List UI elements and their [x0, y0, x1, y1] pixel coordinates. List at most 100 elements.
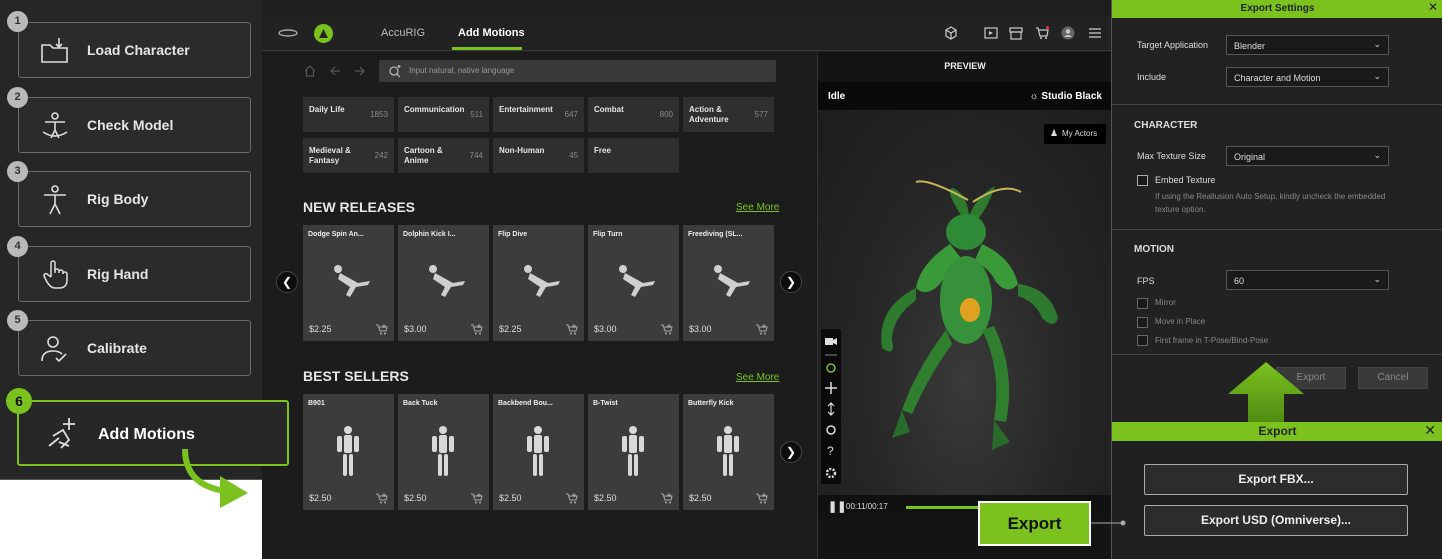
tab-add-motions[interactable]: Add Motions	[458, 27, 525, 39]
add-to-cart-icon[interactable]	[661, 493, 673, 504]
embed-texture-checkbox[interactable]	[1137, 175, 1148, 186]
motion-card[interactable]: Flip Dive $2.25	[493, 225, 584, 341]
cart-icon[interactable]	[1035, 26, 1049, 40]
close-icon[interactable]: ✕	[1428, 0, 1438, 14]
add-to-cart-icon[interactable]	[376, 493, 388, 504]
new-releases-next-button[interactable]: ❯	[780, 271, 802, 293]
insect-character-model	[881, 180, 1058, 450]
move-in-place-checkbox[interactable]	[1137, 317, 1148, 328]
step-rig-hand[interactable]: Rig Hand	[18, 246, 251, 302]
export-fbx-button[interactable]: Export FBX...	[1144, 464, 1408, 495]
avatar-icon[interactable]	[1061, 26, 1075, 40]
add-to-cart-icon[interactable]	[471, 493, 483, 504]
play-window-icon[interactable]	[984, 26, 998, 40]
export-callout-button[interactable]: Export	[978, 501, 1091, 546]
archive-icon[interactable]	[1009, 26, 1023, 40]
motion-title: Flip Dive	[498, 231, 528, 238]
user-check-icon	[41, 336, 67, 363]
category-free[interactable]: Free	[588, 138, 679, 173]
step-check-model[interactable]: Check Model	[18, 97, 251, 153]
my-actors-button[interactable]: ♟ My Actors	[1044, 124, 1106, 144]
category-non-human[interactable]: Non-Human 45	[493, 138, 584, 173]
include-dropdown[interactable]: Character and Motion ⌄	[1226, 67, 1389, 87]
chevron-down-icon: ⌄	[1373, 39, 1381, 49]
cube-icon[interactable]	[944, 26, 958, 40]
motion-thumbnail	[524, 265, 560, 297]
category-cartoon-anime[interactable]: Cartoon & Anime 744	[398, 138, 489, 173]
step-number-badge: 3	[7, 161, 28, 182]
curved-arrow-icon	[182, 448, 248, 508]
new-releases-see-more-link[interactable]: See More	[736, 202, 779, 213]
add-to-cart-icon[interactable]	[756, 493, 768, 504]
add-to-cart-icon[interactable]	[566, 493, 578, 504]
figure-check-icon	[42, 112, 68, 139]
close-icon[interactable]: ✕	[1424, 422, 1436, 439]
motion-card[interactable]: Flip Turn $3.00	[588, 225, 679, 341]
motion-price: $3.00	[404, 324, 427, 334]
motion-card[interactable]: B901 $2.50	[303, 394, 394, 510]
category-name: Entertainment	[499, 105, 553, 114]
motion-card[interactable]: Freediving (SL... $3.00	[683, 225, 774, 341]
category-entertainment[interactable]: Entertainment 647	[493, 97, 584, 132]
back-arrow-icon[interactable]	[329, 65, 341, 77]
fps-label: FPS	[1137, 276, 1155, 286]
preview-mode-label[interactable]: Idle	[828, 91, 845, 102]
export-settings-title: Export Settings	[1112, 0, 1442, 18]
forward-arrow-icon[interactable]	[354, 65, 366, 77]
fps-dropdown[interactable]: 60 ⌄	[1226, 270, 1389, 290]
tab-accurig[interactable]: AccuRIG	[381, 27, 425, 39]
best-sellers-see-more-link[interactable]: See More	[736, 372, 779, 383]
motion-card[interactable]: Backbend Bou... $2.50	[493, 394, 584, 510]
hand-pointer-icon	[43, 260, 68, 289]
motion-price: $2.25	[499, 324, 522, 334]
step-load-character[interactable]: Load Character	[18, 22, 251, 78]
add-to-cart-icon[interactable]	[376, 324, 388, 335]
target-application-dropdown[interactable]: Blender ⌄	[1226, 35, 1389, 55]
app-window: AccuRIG Add Motions Input natural, nativ…	[262, 0, 1112, 559]
best-sellers-next-button[interactable]: ❯	[780, 441, 802, 463]
step-calibrate[interactable]: Calibrate	[18, 320, 251, 376]
tutorial-composite: Load Character 1 Check Model 2 Rig Body …	[0, 0, 1442, 559]
category-count: 744	[469, 151, 483, 160]
category-communication[interactable]: Communication 511	[398, 97, 489, 132]
motion-card[interactable]: Dodge Spin An... $2.25	[303, 225, 394, 341]
mirror-checkbox[interactable]	[1137, 298, 1148, 309]
chevron-down-icon: ⌄	[1373, 274, 1381, 284]
3d-viewport[interactable]	[818, 110, 1112, 495]
viewport-tool-icons[interactable]: ?	[824, 335, 838, 485]
export-settings-cancel-button[interactable]: Cancel	[1358, 367, 1428, 389]
category-medieval-fantasy[interactable]: Medieval & Fantasy 242	[303, 138, 394, 173]
hamburger-menu-icon[interactable]	[1088, 26, 1102, 40]
category-combat[interactable]: Combat 800	[588, 97, 679, 132]
motion-thumbnail	[334, 265, 370, 297]
motion-thumbnail	[717, 426, 739, 476]
motion-card[interactable]: B-Twist $2.50	[588, 394, 679, 510]
motion-price: $3.00	[594, 324, 617, 334]
step-rig-body[interactable]: Rig Body	[18, 171, 251, 227]
motion-thumbnail	[429, 265, 465, 297]
add-to-cart-icon[interactable]	[566, 324, 578, 335]
motion-card[interactable]: Dolphin Kick I... $3.00	[398, 225, 489, 341]
search-placeholder: Input natural, native language	[409, 66, 515, 75]
playback-progress[interactable]	[906, 506, 982, 509]
home-icon[interactable]	[304, 65, 316, 77]
motion-card[interactable]: Butterfly Kick $2.50	[683, 394, 774, 510]
category-action-adventure[interactable]: Action & Adventure 577	[683, 97, 774, 132]
max-texture-dropdown[interactable]: Original ⌄	[1226, 146, 1389, 166]
new-releases-prev-button[interactable]: ❮	[276, 271, 298, 293]
environment-selector[interactable]: ☼ Studio Black	[1029, 91, 1102, 102]
search-input[interactable]: Input natural, native language	[379, 60, 776, 82]
motion-card[interactable]: Back Tuck $2.50	[398, 394, 489, 510]
export-usd-button[interactable]: Export USD (Omniverse)...	[1144, 505, 1408, 536]
category-count: 577	[754, 110, 768, 119]
first-frame-checkbox[interactable]	[1137, 335, 1148, 346]
add-to-cart-icon[interactable]	[661, 324, 673, 335]
add-to-cart-icon[interactable]	[756, 324, 768, 335]
motion-price: $2.50	[404, 493, 427, 503]
motion-title: Dolphin Kick I...	[403, 231, 456, 238]
move-in-place-label: Move in Place	[1155, 317, 1206, 326]
category-daily-life[interactable]: Daily Life 1853	[303, 97, 394, 132]
export-settings-panel: Export Settings ✕ Target Application Ble…	[1111, 0, 1442, 422]
pause-icon[interactable]: ❚❚	[828, 500, 846, 513]
add-to-cart-icon[interactable]	[471, 324, 483, 335]
